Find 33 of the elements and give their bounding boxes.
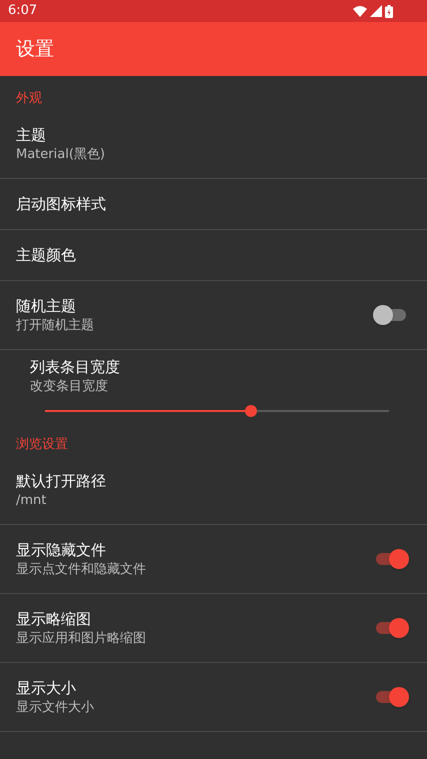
setting-summary: 显示应用和图片略缩图 — [16, 630, 146, 648]
setting-title: 主题 — [16, 125, 47, 146]
setting-title: 启动图标样式 — [16, 194, 106, 215]
settings-row[interactable]: 显示大小 显示文件大小 — [0, 663, 427, 732]
setting-title: 主题颜色 — [16, 245, 76, 266]
app-bar-title: 设置 — [16, 36, 54, 62]
settings-row[interactable]: 显示略缩图 显示应用和图片略缩图 — [0, 594, 427, 663]
status-time: 6:07 — [8, 2, 38, 20]
section-header: 外观 — [16, 90, 42, 108]
settings-row[interactable]: 随机主题 打开随机主题 — [0, 281, 427, 350]
setting-summary: /mnt — [16, 492, 48, 510]
setting-summary: Material(黑色) — [16, 146, 105, 164]
settings-row[interactable]: 显示隐藏文件 显示点文件和隐藏文件 — [0, 525, 427, 594]
signal-icon — [370, 5, 382, 17]
settings-row[interactable]: 启动图标样式 — [0, 179, 427, 230]
wifi-icon — [353, 6, 367, 16]
setting-title: 显示略缩图 — [16, 609, 92, 630]
settings-row[interactable]: 主题 Material(黑色) — [0, 110, 427, 179]
setting-summary: 显示文件大小 — [16, 699, 94, 717]
setting-title: 列表条目宽度 — [30, 357, 121, 378]
setting-title: 显示大小 — [16, 678, 77, 699]
setting-summary: 打开随机主题 — [16, 317, 94, 335]
setting-summary: 改变条目宽度 — [30, 378, 109, 396]
settings-row[interactable]: 默认打开路径 /mnt — [0, 456, 427, 525]
setting-title: 显示隐藏文件 — [16, 540, 107, 561]
slider-track[interactable] — [45, 405, 389, 417]
battery-icon — [385, 4, 393, 18]
slider-thumb[interactable] — [245, 405, 258, 417]
setting-title: 默认打开路径 — [16, 471, 106, 492]
section-header: 浏览设置 — [16, 436, 68, 454]
setting-summary: 显示点文件和隐藏文件 — [16, 561, 146, 579]
setting-title: 随机主题 — [16, 296, 77, 317]
settings-row[interactable]: 主题颜色 — [0, 230, 427, 281]
